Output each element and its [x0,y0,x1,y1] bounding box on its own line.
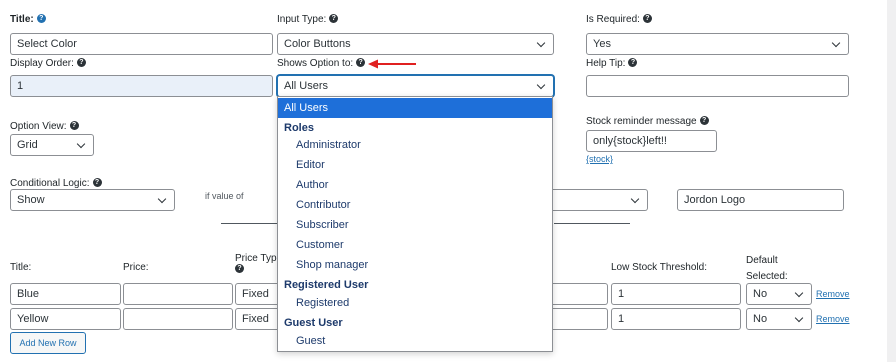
shows-option-to-dropdown: All Users Roles Administrator Editor Aut… [277,96,553,352]
dropdown-option[interactable]: Customer [278,235,552,255]
stock-placeholder-link[interactable]: {stock} [586,154,613,164]
dropdown-group-guest-user: Guest User [284,317,343,329]
help-icon[interactable]: ? [76,57,86,67]
add-new-row-button[interactable]: Add New Row [10,332,86,354]
is-required-label: Is Required:? [586,13,652,25]
help-icon[interactable]: ? [356,57,366,67]
row-default-select[interactable]: No [746,308,812,330]
row-default-select[interactable]: No [746,283,812,305]
dropdown-option[interactable]: Administrator [278,135,552,155]
display-order-input[interactable]: 1 [10,75,273,97]
if-value-of-text: if value of [205,191,244,201]
option-settings-panel: Title:? Select Color Input Type:? Color … [0,0,887,362]
display-order-label: Display Order:? [10,57,86,69]
dropdown-option-all-users[interactable]: All Users [278,98,552,118]
help-tip-label: Help Tip:? [586,57,638,69]
help-icon[interactable]: ? [642,13,652,23]
dropdown-option[interactable]: Editor [278,155,552,175]
row-low-stock-input[interactable]: 1 [611,283,741,305]
dropdown-group-registered-user: Registered User [284,279,369,291]
row-price-input[interactable] [123,308,233,330]
option-view-select[interactable]: Grid [10,134,94,156]
shows-option-to-select[interactable]: All Users [277,75,554,97]
row-price-input[interactable] [123,283,233,305]
help-tip-input[interactable] [586,75,849,97]
row-low-stock-input[interactable]: 1 [611,308,741,330]
dropdown-option[interactable]: Contributor [278,195,552,215]
col-price-header: Price: [123,262,149,273]
help-icon[interactable]: ? [235,263,244,273]
help-icon[interactable]: ? [699,115,709,125]
row-remove-link[interactable]: Remove [816,289,850,299]
col-title-header: Title: [10,262,32,273]
dropdown-option[interactable]: Registered [278,293,552,313]
annotation-arrow [368,59,416,69]
dropdown-option[interactable]: Guest [278,331,552,351]
row-title-input[interactable]: Blue [10,283,121,305]
help-icon[interactable]: ? [92,177,102,187]
row-title-input[interactable]: Yellow [10,308,121,330]
row-remove-link[interactable]: Remove [816,314,850,324]
dropdown-option[interactable]: Author [278,175,552,195]
input-type-label: Input Type:? [277,13,339,25]
col-default-selected-header: Default Selected: [746,255,788,282]
help-icon[interactable]: ? [36,13,46,23]
conditional-logic-select[interactable]: Show [10,189,175,211]
conditional-logic-label: Conditional Logic:? [10,177,102,189]
shows-option-to-label: Shows Option to:? [277,57,366,69]
dropdown-option[interactable]: Shop manager [278,255,552,275]
stock-reminder-label: Stock reminder message? [586,115,709,127]
divider-left [221,223,277,224]
divider-right [554,223,630,224]
title-label: Title:? [10,13,46,25]
title-input[interactable]: Select Color [10,33,273,55]
input-type-select[interactable]: Color Buttons [277,33,554,55]
stock-reminder-input[interactable]: only{stock}left!! [586,130,717,152]
col-price-type-header: Price Type? [235,253,283,273]
condition-field-select[interactable] [540,189,648,211]
chevron-down-icon [536,80,546,90]
condition-value-input[interactable]: Jordon Logo [677,189,844,211]
help-icon[interactable]: ? [628,57,638,67]
dropdown-option[interactable]: Subscriber [278,215,552,235]
is-required-select[interactable]: Yes [586,33,849,55]
option-view-label: Option View:? [10,120,79,132]
help-icon[interactable]: ? [329,13,339,23]
col-low-stock-header: Low Stock Threshold: [611,262,707,273]
help-icon[interactable]: ? [69,120,79,130]
